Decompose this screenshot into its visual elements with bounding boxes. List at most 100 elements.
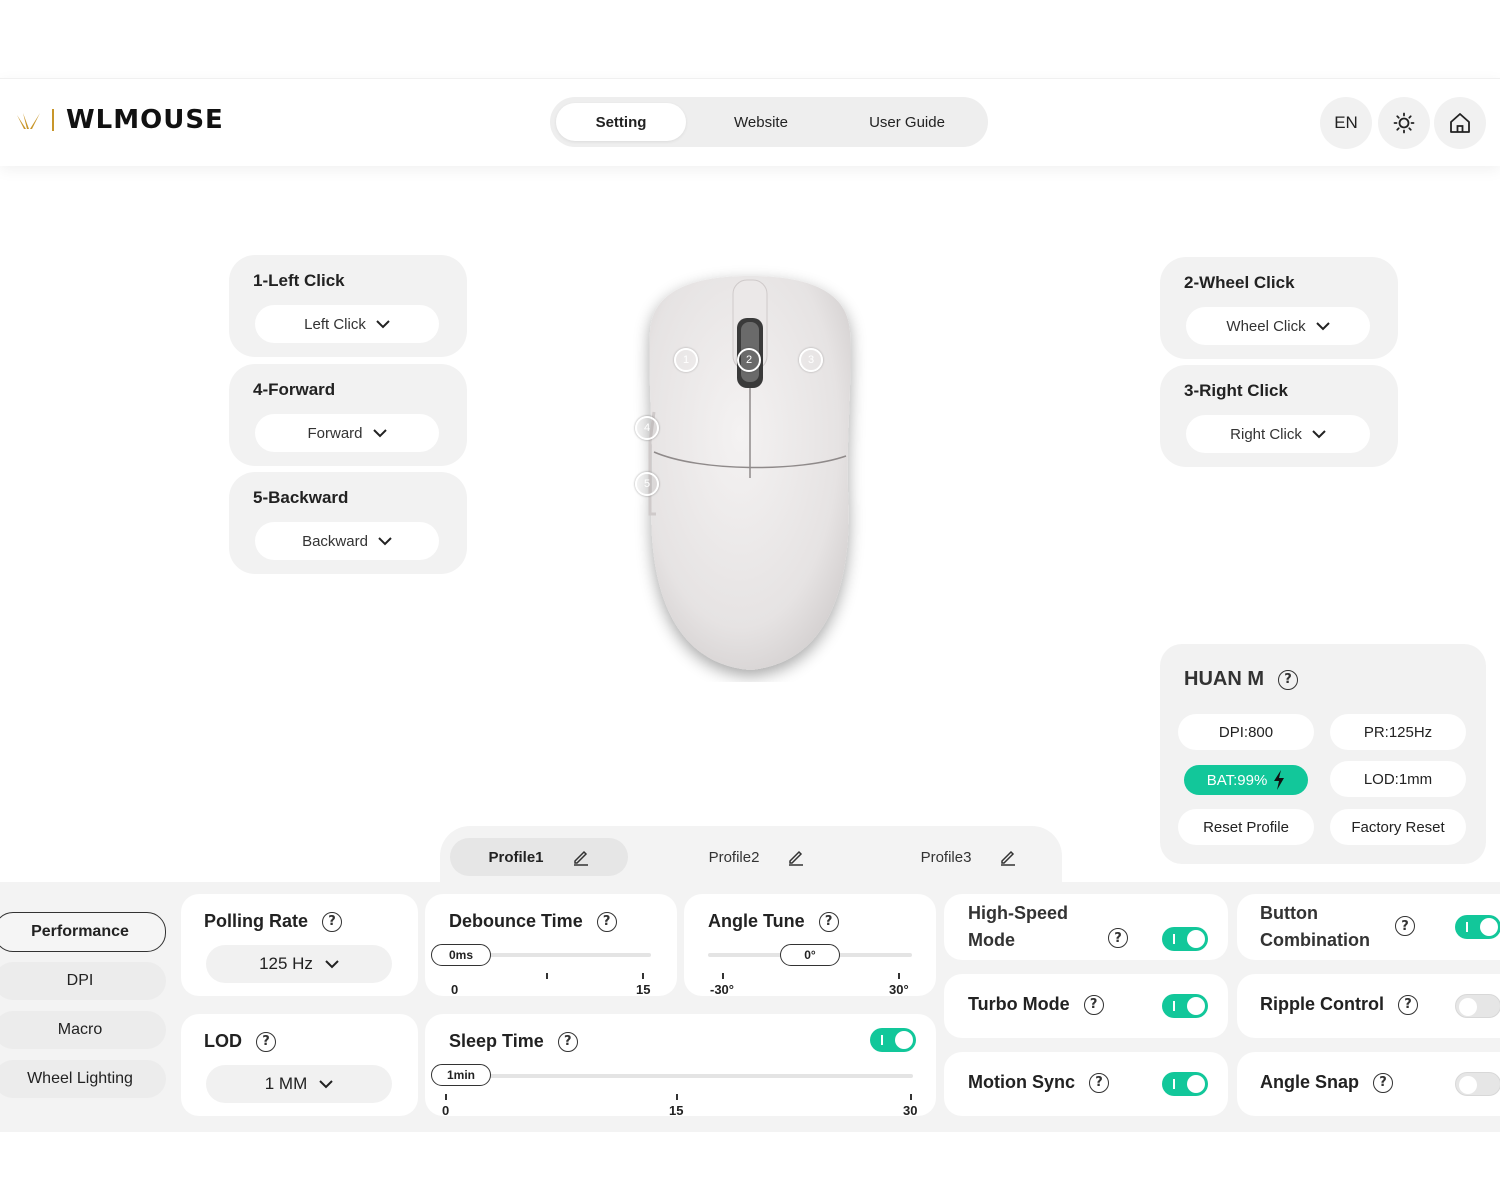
help-icon[interactable]: ? [1395,916,1415,936]
debounce-card: Debounce Time ? 0ms 0 15 [425,894,677,997]
tab-user-guide[interactable]: User Guide [836,103,978,141]
button-5-value: Backward [302,532,368,550]
debounce-title: Debounce Time ? [449,911,617,932]
sleep-min-label: 0 [442,1103,450,1118]
sleep-time-label: Sleep Time [449,1031,544,1051]
brand-mark-icon [17,113,40,129]
lod-value: 1 MM [264,1074,308,1093]
edit-icon[interactable] [787,848,805,866]
device-name: HUAN M [1184,668,1264,690]
marker-1[interactable]: 1 [674,348,698,372]
sleep-slider-thumb[interactable]: 1min [431,1064,491,1086]
turbo-mode-label: Turbo Mode [968,994,1070,1014]
debounce-label: Debounce Time [449,911,583,931]
marker-5[interactable]: 5 [635,472,659,496]
button-3-title: 3-Right Click [1184,381,1288,400]
polling-rate-select[interactable]: 125 Hz [206,945,392,983]
home-icon [1450,113,1470,133]
sidebar-item-macro[interactable]: Macro [0,1011,166,1049]
factory-reset-button[interactable]: Factory Reset [1330,809,1466,845]
main-nav: Setting Website User Guide [550,97,988,147]
profile-tab-2[interactable]: Profile2 [662,838,852,876]
help-icon[interactable]: ? [596,911,617,932]
reset-profile-button[interactable]: Reset Profile [1178,809,1314,845]
sidebar-item-dpi[interactable]: DPI [0,962,166,1000]
motion-sync-toggle[interactable] [1162,1072,1208,1096]
help-icon[interactable]: ? [1089,1072,1109,1093]
language-button[interactable]: EN [1320,97,1372,149]
turbo-mode-toggle[interactable] [1162,994,1208,1018]
angle-tune-label: Angle Tune [708,911,805,931]
profile-tabs: Profile1 Profile2 Profile3 [440,826,1062,886]
ripple-control-toggle[interactable] [1455,994,1500,1018]
angle-snap-toggle[interactable] [1455,1072,1500,1096]
dpi-badge: DPI:800 [1178,714,1314,750]
sun-icon [1393,112,1415,134]
edit-icon[interactable] [572,848,590,866]
brand-logo[interactable]: WLMOUSE [14,105,224,135]
slider-tick [642,973,644,979]
button-2-select[interactable]: Wheel Click [1186,307,1370,345]
theme-toggle-button[interactable] [1378,97,1430,149]
marker-3[interactable]: 3 [799,348,823,372]
button-combination-label-2: Combination [1260,930,1370,950]
polling-rate-title: Polling Rate ? [204,911,343,932]
button-combination-toggle[interactable] [1455,915,1500,939]
lod-select[interactable]: 1 MM [206,1065,392,1103]
help-icon[interactable]: ? [1278,669,1298,690]
slider-tick [676,1094,678,1100]
tab-setting[interactable]: Setting [556,103,686,141]
profile-1-label: Profile1 [488,848,544,866]
help-icon[interactable]: ? [818,911,839,932]
help-icon[interactable]: ? [256,1031,276,1052]
sidebar-item-performance[interactable]: Performance [0,912,166,952]
help-icon[interactable]: ? [1398,994,1418,1015]
help-icon[interactable]: ? [322,911,343,932]
sleep-max-label: 30 [903,1103,918,1118]
chevron-down-icon [319,1079,333,1088]
sleep-slider-track[interactable] [433,1074,913,1078]
marker-4[interactable]: 4 [635,416,659,440]
button-1-select[interactable]: Left Click [255,305,439,343]
chevron-down-icon [376,319,390,328]
angle-snap-label: Angle Snap [1260,1072,1360,1092]
button-3-select[interactable]: Right Click [1186,415,1370,453]
profile-tab-1[interactable]: Profile1 [450,838,628,876]
tab-website[interactable]: Website [686,103,836,141]
chevron-down-icon [325,959,339,968]
angle-min-label: -30° [710,982,734,997]
top-bar: WLMOUSE Setting Website User Guide EN [0,78,1500,166]
polling-rate-value: 125 Hz [259,954,313,973]
button-combination-label-1: Button [1260,903,1318,923]
edit-icon[interactable] [999,848,1017,866]
polling-rate-badge: PR:125Hz [1330,714,1466,750]
button-1-card: 1-Left Click Left Click [229,255,467,357]
profile-2-label: Profile2 [708,848,760,866]
button-5-select[interactable]: Backward [255,522,439,560]
high-speed-mode-toggle[interactable] [1162,927,1208,951]
home-button[interactable] [1434,97,1486,149]
help-icon[interactable]: ? [1373,1072,1394,1093]
ripple-control-title: Ripple Control ? [1260,994,1418,1015]
ripple-control-label: Ripple Control [1260,994,1384,1014]
slider-tick [722,973,724,979]
sleep-mid-label: 15 [669,1103,684,1118]
turbo-mode-card: Turbo Mode ? [944,974,1228,1038]
turbo-mode-title: Turbo Mode ? [968,994,1104,1015]
help-icon[interactable]: ? [557,1031,578,1052]
help-icon[interactable]: ? [1108,928,1128,948]
button-3-value: Right Click [1230,425,1302,443]
lod-title: LOD ? [204,1031,276,1052]
button-4-select[interactable]: Forward [255,414,439,452]
profile-tab-3[interactable]: Profile3 [874,838,1064,876]
sleep-time-toggle[interactable] [870,1028,916,1052]
debounce-slider-thumb[interactable]: 0ms [431,944,491,966]
sidebar-item-wheel-lighting[interactable]: Wheel Lighting [0,1060,166,1098]
angle-slider-thumb[interactable]: 0° [780,944,840,966]
lod-card: LOD ? 1 MM [181,1014,418,1116]
marker-2[interactable]: 2 [737,348,761,372]
mouse-illustration [648,276,851,670]
help-icon[interactable]: ? [1083,994,1104,1015]
lod-label: LOD [204,1031,242,1051]
button-2-value: Wheel Click [1226,317,1306,335]
